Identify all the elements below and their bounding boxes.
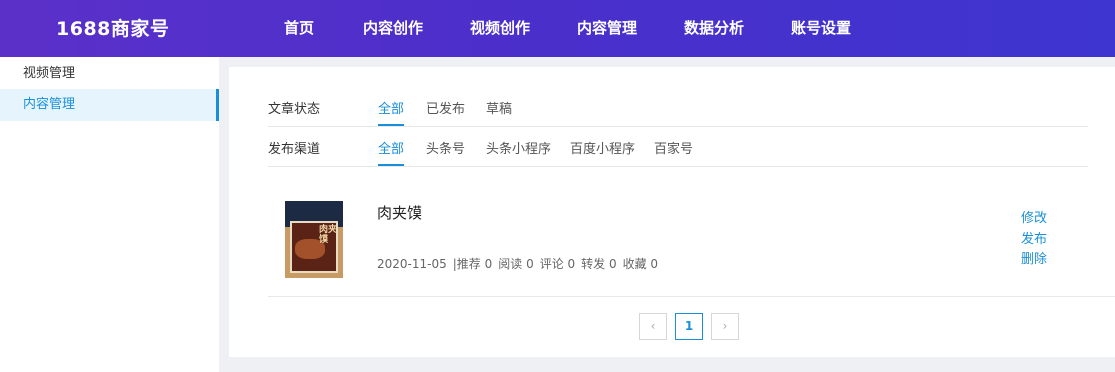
- content-panel: 文章状态 全部 已发布 草稿 发布渠道 全部 头条号 头条小程序 百度小程序 百…: [229, 67, 1115, 357]
- thumbnail-text: 肉夹馍: [319, 225, 338, 245]
- sidebar-item-content-manage[interactable]: 内容管理: [0, 89, 219, 121]
- article-date: 2020-11-05: [377, 257, 447, 271]
- article-thumbnail[interactable]: 肉夹馍: [285, 201, 343, 278]
- sidebar-item-video-manage[interactable]: 视频管理: [0, 58, 219, 90]
- stat-favorite: 收藏 0: [622, 257, 659, 271]
- article-title[interactable]: 肉夹馍: [377, 202, 422, 223]
- filter-label-channel: 发布渠道: [268, 142, 321, 157]
- stat-recommend: |推荐 0: [452, 257, 493, 271]
- channel-filter-toutiao-miniapp[interactable]: 头条小程序: [486, 138, 551, 166]
- pagination-page-1[interactable]: 1: [675, 313, 703, 340]
- status-filter-draft[interactable]: 草稿: [486, 98, 512, 126]
- channel-filter-all[interactable]: 全部: [378, 138, 405, 166]
- filter-row-status: 文章状态 全部 已发布 草稿: [268, 87, 1088, 127]
- brand-logo-text[interactable]: 1688商家号: [56, 14, 169, 41]
- stat-comment: 评论 0: [539, 257, 576, 271]
- channel-filter-baidu-miniapp[interactable]: 百度小程序: [570, 138, 635, 166]
- status-filter-published[interactable]: 已发布: [426, 98, 465, 126]
- status-filter-all[interactable]: 全部: [378, 98, 405, 126]
- pagination-prev-button[interactable]: ‹: [639, 313, 667, 340]
- nav-home[interactable]: 首页: [284, 17, 314, 38]
- publish-button[interactable]: 发布: [1021, 228, 1047, 247]
- pagination-next-button[interactable]: ›: [711, 313, 739, 340]
- sidebar: 视频管理 内容管理: [0, 57, 219, 372]
- nav-video-create[interactable]: 视频创作: [470, 17, 530, 38]
- edit-button[interactable]: 修改: [1021, 207, 1047, 226]
- nav-content-create[interactable]: 内容创作: [363, 17, 423, 38]
- nav-data-analysis[interactable]: 数据分析: [684, 17, 744, 38]
- channel-filter-baijiahao[interactable]: 百家号: [654, 138, 693, 166]
- filter-label-status: 文章状态: [268, 102, 321, 117]
- top-nav-bar: 1688商家号 首页 内容创作 视频创作 内容管理 数据分析 账号设置: [0, 0, 1115, 57]
- article-list-item: 肉夹馍 肉夹馍 2020-11-05 |推荐 0 阅读 0 评论 0 转发 0 收藏 0 …: [268, 187, 1115, 297]
- nav-account-settings[interactable]: 账号设置: [791, 17, 851, 38]
- delete-button[interactable]: 删除: [1021, 248, 1047, 267]
- stat-share: 转发 0: [581, 257, 617, 271]
- article-meta: 2020-11-05 |推荐 0 阅读 0 评论 0 转发 0 收藏 0: [377, 255, 664, 272]
- nav-content-manage[interactable]: 内容管理: [577, 17, 637, 38]
- filter-row-channel: 发布渠道 全部 头条号 头条小程序 百度小程序 百家号: [268, 127, 1088, 167]
- channel-filter-toutiao[interactable]: 头条号: [426, 138, 465, 166]
- stat-read: 阅读 0: [498, 257, 534, 271]
